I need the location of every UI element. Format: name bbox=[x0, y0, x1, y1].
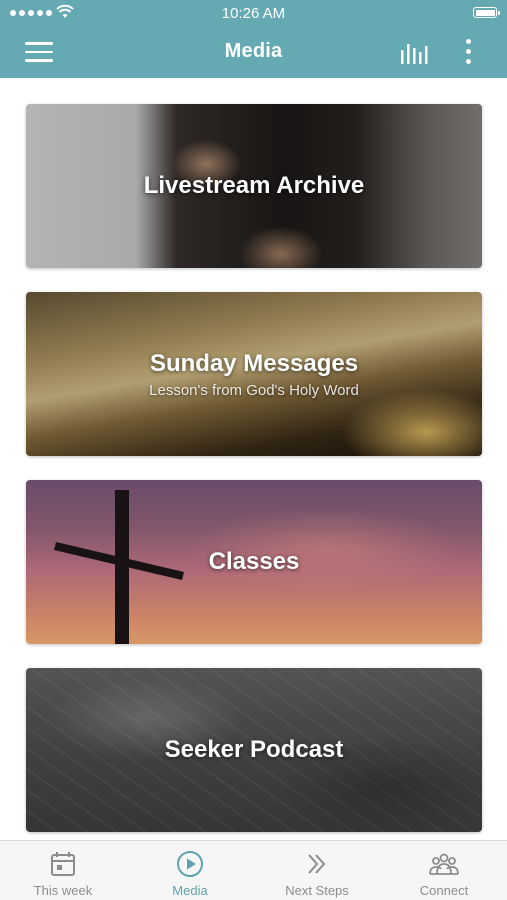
card-livestream-archive[interactable]: Livestream Archive bbox=[26, 104, 482, 268]
tab-connect[interactable]: Connect bbox=[381, 841, 507, 900]
status-bar: 10:26 AM bbox=[0, 0, 507, 28]
card-classes[interactable]: Classes bbox=[26, 480, 482, 644]
tab-label: This week bbox=[33, 883, 93, 898]
audio-bars-icon[interactable] bbox=[400, 42, 430, 64]
top-bar: 10:26 AM Media bbox=[0, 0, 507, 78]
more-options-icon[interactable] bbox=[460, 39, 476, 67]
nav-bar: Media bbox=[0, 28, 507, 78]
tab-label: Next Steps bbox=[285, 883, 349, 898]
play-circle-icon bbox=[177, 851, 203, 877]
card-title: Classes bbox=[208, 548, 300, 575]
card-title: Seeker Podcast bbox=[164, 736, 344, 763]
app-screen: 10:26 AM Media Livestream Archive Sunday… bbox=[0, 0, 507, 900]
card-seeker-podcast[interactable]: Seeker Podcast bbox=[26, 668, 482, 832]
card-sunday-messages[interactable]: Sunday Messages Lesson's from God's Holy… bbox=[26, 292, 482, 456]
tab-this-week[interactable]: This week bbox=[0, 841, 126, 900]
tab-media[interactable]: Media bbox=[127, 841, 253, 900]
card-title: Livestream Archive bbox=[143, 172, 365, 199]
page-title: Media bbox=[224, 40, 283, 62]
battery-icon bbox=[473, 7, 500, 18]
card-title: Sunday Messages bbox=[149, 350, 359, 377]
double-chevron-right-icon bbox=[308, 854, 326, 874]
tab-label: Media bbox=[172, 883, 208, 898]
tab-next-steps[interactable]: Next Steps bbox=[254, 841, 380, 900]
people-icon bbox=[429, 853, 459, 875]
card-subtitle: Lesson's from God's Holy Word bbox=[149, 382, 359, 399]
tab-label: Connect bbox=[419, 883, 469, 898]
calendar-icon bbox=[51, 852, 75, 876]
status-time: 10:26 AM bbox=[221, 5, 286, 22]
tab-bar: This week Media Next Steps Connect bbox=[0, 840, 507, 900]
